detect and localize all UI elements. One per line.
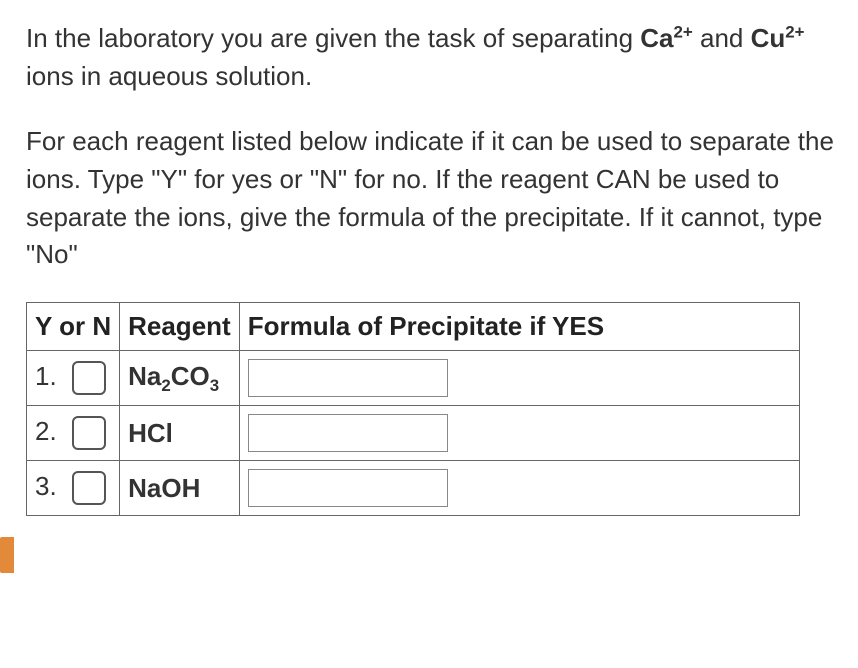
ion2-base: Cu <box>751 23 786 53</box>
reagent-1-base: Na <box>128 361 161 391</box>
instructions-paragraph: For each reagent listed below indicate i… <box>26 123 838 274</box>
ion2-charge: 2+ <box>785 22 804 41</box>
reagent-3-base: NaOH <box>128 473 200 503</box>
ion1-charge: 2+ <box>674 22 693 41</box>
yn-input-3[interactable] <box>72 471 106 505</box>
reagent-table: Y or N Reagent Formula of Precipitate if… <box>26 302 800 516</box>
row-marker <box>0 537 14 573</box>
ion-cu: Cu2+ <box>751 23 805 53</box>
reagent-1-mid: CO <box>171 361 210 391</box>
intro-paragraph: In the laboratory you are given the task… <box>26 20 838 95</box>
reagent-cell-2: HCl <box>120 406 240 461</box>
table-header-row: Y or N Reagent Formula of Precipitate if… <box>27 303 800 351</box>
formula-cell-3 <box>239 461 799 516</box>
row-number: 1. <box>35 361 57 392</box>
reagent-1-sub1: 2 <box>161 376 170 395</box>
row-number: 3. <box>35 471 57 502</box>
ion1-base: Ca <box>640 23 673 53</box>
formula-input-1[interactable] <box>248 359 448 397</box>
yn-cell-3: 3. <box>27 461 120 516</box>
formula-cell-1 <box>239 351 799 406</box>
header-yn: Y or N <box>27 303 120 351</box>
table-row: 3. NaOH <box>27 461 800 516</box>
intro-text-1: In the laboratory you are given the task… <box>26 23 640 53</box>
table-row: 1. Na2CO3 <box>27 351 800 406</box>
reagent-1-sub2: 3 <box>210 376 219 395</box>
reagent-2-base: HCl <box>128 418 173 448</box>
row-number: 2. <box>35 416 57 447</box>
yn-input-2[interactable] <box>72 416 106 450</box>
reagent-cell-1: Na2CO3 <box>120 351 240 406</box>
intro-middle: and <box>693 23 751 53</box>
header-formula: Formula of Precipitate if YES <box>239 303 799 351</box>
yn-cell-1: 1. <box>27 351 120 406</box>
ion-ca: Ca2+ <box>640 23 693 53</box>
header-reagent: Reagent <box>120 303 240 351</box>
yn-input-1[interactable] <box>72 361 106 395</box>
table-row: 2. HCl <box>27 406 800 461</box>
intro-text-2: ions in aqueous solution. <box>26 61 312 91</box>
formula-input-3[interactable] <box>248 469 448 507</box>
formula-cell-2 <box>239 406 799 461</box>
yn-cell-2: 2. <box>27 406 120 461</box>
reagent-cell-3: NaOH <box>120 461 240 516</box>
formula-input-2[interactable] <box>248 414 448 452</box>
